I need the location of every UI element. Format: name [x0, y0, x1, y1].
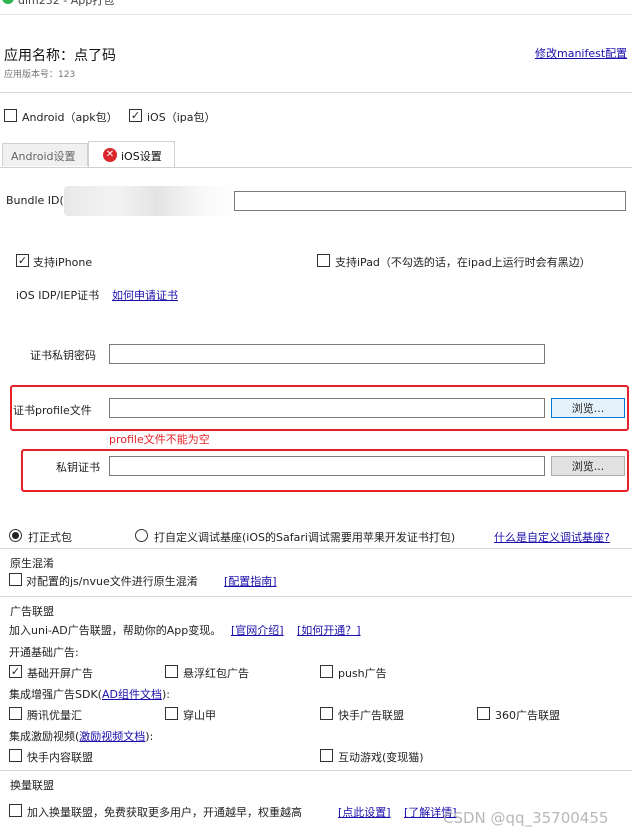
ad-video-title-suffix: ): — [145, 730, 154, 743]
ad-sdk-title-suffix: ): — [161, 688, 170, 701]
ad-sdk-kuaishou-label: 快手广告联盟 — [338, 709, 404, 722]
exchange-title: 换量联盟 — [10, 779, 54, 792]
ad-sdk-pangle-label: 穿山甲 — [183, 709, 216, 722]
obfuscation-guide-link[interactable]: [配置指南] — [224, 573, 277, 589]
ad-basic-push-label: push广告 — [338, 667, 387, 680]
ad-desc: 加入uni-AD广告联盟，帮助你的App变现。 — [9, 624, 222, 637]
bundle-id-blur — [64, 186, 234, 216]
window-title: dlm232 - App打包 — [18, 0, 115, 7]
ad-intro-link[interactable]: [官网介绍] — [231, 622, 284, 638]
cert-type-label: iOS IDP/IEP证书 — [16, 289, 100, 302]
ad-video-title: 集成激励视频(激励视频文档): — [9, 728, 153, 744]
exchange-label: 加入换量联盟，免费获取更多用户，开通越早，权重越高 — [27, 806, 302, 819]
ad-basic-push-checkbox[interactable] — [320, 665, 333, 678]
ad-sdk-kuaishou-checkbox[interactable] — [320, 707, 333, 720]
ad-divider — [0, 596, 632, 597]
tab-strip-line — [0, 167, 632, 168]
profile-error-text: profile文件不能为空 — [109, 433, 210, 446]
ad-sdk-360-checkbox[interactable] — [477, 707, 490, 720]
title-bar: dlm232 - App打包 — [0, 0, 632, 8]
private-key-browse-button[interactable]: 浏览... — [551, 456, 625, 476]
ad-video-title-prefix: 集成激励视频( — [9, 730, 80, 743]
error-icon: ✕ — [103, 148, 117, 162]
ad-sdk-tencent-label: 腾讯优量汇 — [27, 709, 82, 722]
tab-ios-label: iOS设置 — [121, 150, 162, 163]
ios-label: iOS（ipa包） — [147, 111, 216, 124]
custom-base-label: 打自定义调试基座(iOS的Safari调试需要用苹果开发证书打包) — [154, 531, 456, 544]
cert-how-link[interactable]: 如何申请证书 — [112, 287, 178, 303]
release-label: 打正式包 — [28, 531, 72, 544]
profile-input[interactable] — [109, 398, 545, 418]
app-logo-icon — [2, 0, 14, 4]
ad-sdk-doc-link[interactable]: AD组件文档 — [102, 688, 162, 701]
csdn-watermark: CSDN @qq_35700455 — [443, 809, 609, 827]
ad-video-kuaishou-label: 快手内容联盟 — [27, 751, 93, 764]
ad-video-doc-link[interactable]: 激励视频文档 — [79, 730, 145, 743]
obfuscation-divider — [0, 548, 632, 549]
ad-basic-redpacket-label: 悬浮红包广告 — [183, 667, 249, 680]
app-version-label: 应用版本号：123 — [4, 70, 76, 80]
ad-sdk-title: 集成增强广告SDK(AD组件文档): — [9, 686, 170, 702]
support-ipad-label: 支持iPad（不勾选的话，在ipad上运行时会有黑边） — [335, 256, 591, 269]
tab-android-settings[interactable]: Android设置 — [2, 143, 88, 166]
bundle-id-label: Bundle ID( — [6, 194, 64, 207]
release-radio[interactable] — [9, 529, 22, 542]
support-iphone-checkbox[interactable]: ✓ — [16, 254, 29, 267]
bundle-id-input[interactable] — [234, 191, 626, 211]
ad-video-kuaishou-checkbox[interactable] — [9, 749, 22, 762]
cert-password-label: 证书私钥密码 — [30, 349, 96, 362]
profile-label: 证书profile文件 — [13, 404, 92, 417]
custom-base-help-link[interactable]: 什么是自定义调试基座? — [494, 529, 610, 545]
private-key-label: 私钥证书 — [56, 461, 100, 474]
title-divider — [0, 14, 632, 15]
ad-sdk-pangle-checkbox[interactable] — [165, 707, 178, 720]
obfuscation-label: 对配置的js/nvue文件进行原生混淆 — [26, 575, 198, 588]
obfuscation-title: 原生混淆 — [10, 557, 54, 570]
ad-sdk-tencent-checkbox[interactable] — [9, 707, 22, 720]
ad-video-game-checkbox[interactable] — [320, 749, 333, 762]
ad-how-link[interactable]: [如何开通？] — [297, 622, 361, 638]
ad-basic-splash-label: 基础开屏广告 — [27, 667, 93, 680]
tab-android-label: Android设置 — [11, 150, 76, 163]
cert-password-input[interactable] — [109, 344, 545, 364]
section-divider — [0, 92, 632, 93]
profile-browse-button[interactable]: 浏览... — [551, 398, 625, 418]
ad-sdk-360-label: 360广告联盟 — [495, 709, 560, 722]
ad-title: 广告联盟 — [10, 605, 54, 618]
custom-base-radio[interactable] — [135, 529, 148, 542]
exchange-divider — [0, 770, 632, 771]
android-checkbox[interactable] — [4, 109, 17, 122]
ad-video-game-label: 互动游戏(变现猫) — [338, 751, 424, 764]
support-ipad-checkbox[interactable] — [317, 254, 330, 267]
app-name-label: 应用名称：点了码 — [4, 48, 116, 64]
tab-ios-settings[interactable]: ✕ iOS设置 — [88, 141, 175, 168]
exchange-checkbox[interactable] — [9, 804, 22, 817]
exchange-settings-link[interactable]: [点此设置] — [338, 804, 391, 820]
ios-checkbox[interactable]: ✓ — [129, 109, 142, 122]
obfuscation-checkbox[interactable] — [9, 573, 22, 586]
ad-basic-redpacket-checkbox[interactable] — [165, 665, 178, 678]
support-iphone-label: 支持iPhone — [33, 256, 93, 269]
ad-basic-splash-checkbox[interactable]: ✓ — [9, 665, 22, 678]
private-key-input[interactable] — [109, 456, 545, 476]
ad-sdk-title-prefix: 集成增强广告SDK( — [9, 688, 102, 701]
ad-basic-title: 开通基础广告: — [9, 646, 79, 659]
modify-manifest-link[interactable]: 修改manifest配置 — [535, 45, 627, 61]
android-label: Android（apk包） — [22, 111, 118, 124]
